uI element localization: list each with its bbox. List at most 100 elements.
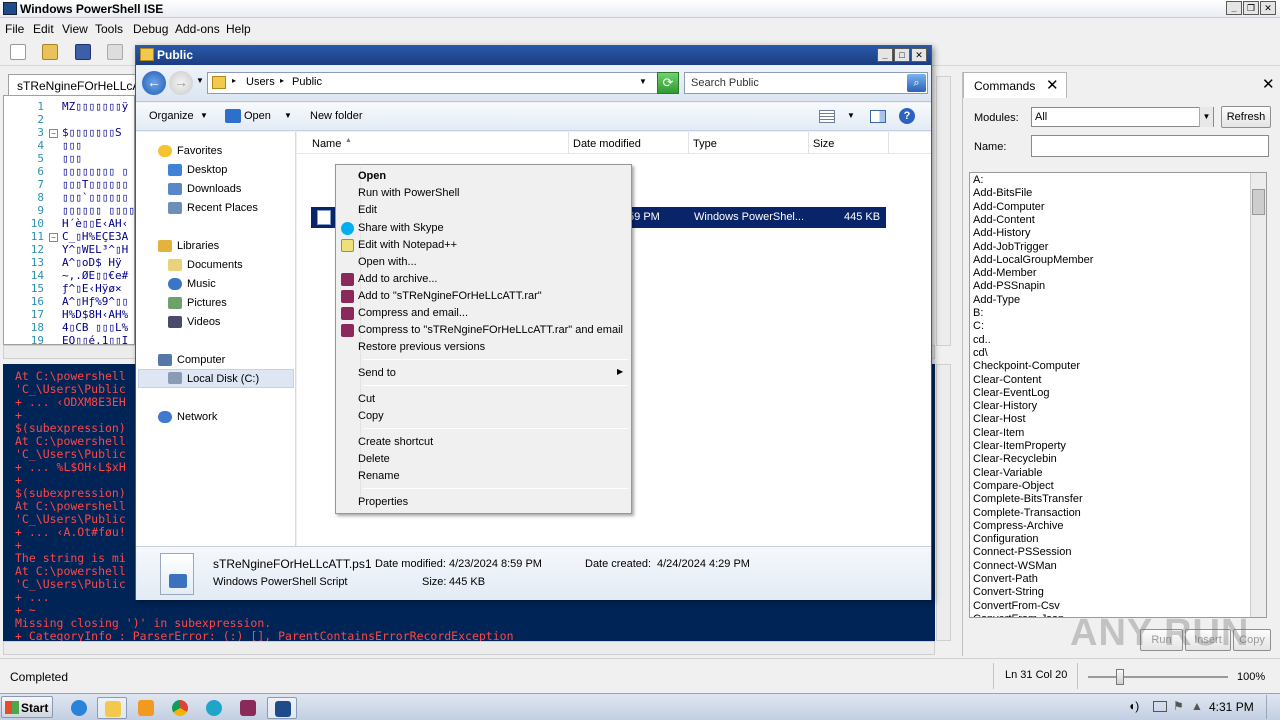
- tab-script[interactable]: sTReNgineFOrHeLLcATT.ps1: [8, 74, 136, 96]
- command-list-item[interactable]: Clear-Recyclebin: [973, 453, 1057, 465]
- organize-chevron-icon[interactable]: ▼: [200, 111, 208, 120]
- taskbar-powershell-ise[interactable]: [267, 697, 297, 719]
- command-list-item[interactable]: Complete-Transaction: [973, 507, 1081, 519]
- command-list-item[interactable]: Clear-Content: [973, 374, 1041, 386]
- command-list-item[interactable]: Clear-ItemProperty: [973, 440, 1066, 452]
- fold-toggle-icon[interactable]: −: [49, 129, 58, 138]
- new-file-icon[interactable]: [10, 44, 26, 60]
- command-list-item[interactable]: Connect-WSMan: [973, 560, 1057, 572]
- column-date-modified[interactable]: Date modified: [573, 138, 641, 150]
- column-divider[interactable]: [688, 132, 689, 154]
- taskbar-explorer[interactable]: [97, 697, 127, 719]
- command-list-item[interactable]: cd..: [973, 334, 991, 346]
- view-options-icon[interactable]: [819, 110, 835, 123]
- address-dropdown-icon[interactable]: ▼: [639, 77, 647, 86]
- command-list-item[interactable]: Add-Member: [973, 267, 1037, 279]
- command-list-item[interactable]: Compress-Archive: [973, 520, 1063, 532]
- column-name[interactable]: Name: [312, 138, 341, 150]
- minimize-button[interactable]: _: [1226, 1, 1242, 15]
- command-list-item[interactable]: Add-LocalGroupMember: [973, 254, 1093, 266]
- close-button[interactable]: ✕: [1260, 1, 1276, 15]
- script-vertical-scrollbar[interactable]: [936, 76, 951, 346]
- command-list-item[interactable]: ConvertFrom-Json: [973, 613, 1064, 617]
- command-list-item[interactable]: Add-BitsFile: [973, 187, 1032, 199]
- taskbar-ie[interactable]: [64, 697, 94, 719]
- menu-item-properties[interactable]: Properties: [358, 496, 408, 508]
- menu-item-copy[interactable]: Copy: [358, 410, 384, 422]
- menu-view[interactable]: View: [62, 22, 88, 36]
- tray-chevron-icon[interactable]: ▲: [1191, 699, 1203, 713]
- command-list-item[interactable]: Clear-EventLog: [973, 387, 1049, 399]
- command-list-item[interactable]: Configuration: [973, 533, 1038, 545]
- open-chevron-icon[interactable]: ▼: [284, 111, 292, 120]
- nav-desktop[interactable]: Desktop: [187, 164, 227, 176]
- tab-commands[interactable]: Commands ✕: [963, 72, 1067, 98]
- search-box[interactable]: Search Public ⌕: [684, 72, 928, 94]
- column-divider[interactable]: [568, 132, 569, 154]
- nav-local-disk[interactable]: Local Disk (C:): [187, 373, 259, 385]
- command-list-item[interactable]: Checkpoint-Computer: [973, 360, 1080, 372]
- close-pane-icon[interactable]: ✕: [1262, 75, 1275, 93]
- open-folder-icon[interactable]: [42, 44, 58, 60]
- open-button[interactable]: Open: [244, 110, 271, 122]
- command-list-item[interactable]: Add-History: [973, 227, 1030, 239]
- command-list-item[interactable]: Clear-History: [973, 400, 1037, 412]
- back-arrow-icon[interactable]: ←: [142, 71, 166, 95]
- menu-item-delete[interactable]: Delete: [358, 453, 390, 465]
- menu-item-open[interactable]: Open: [358, 170, 386, 182]
- console-horizontal-scrollbar[interactable]: [3, 641, 935, 655]
- menu-addons[interactable]: Add-ons: [175, 22, 220, 36]
- command-list-item[interactable]: Add-PSSnapin: [973, 280, 1045, 292]
- menu-item-compress-and-email[interactable]: Compress and email...: [358, 307, 468, 319]
- explorer-minimize-button[interactable]: _: [877, 48, 893, 62]
- refresh-icon[interactable]: ⟳: [657, 72, 679, 94]
- close-commands-icon[interactable]: ✕: [1046, 76, 1059, 94]
- menu-help[interactable]: Help: [226, 22, 251, 36]
- menu-item-rename[interactable]: Rename: [358, 470, 400, 482]
- nav-pictures[interactable]: Pictures: [187, 297, 227, 309]
- scrollbar-thumb[interactable]: [1252, 189, 1265, 215]
- command-list-item[interactable]: Clear-Host: [973, 413, 1026, 425]
- forward-arrow-icon[interactable]: →: [169, 71, 193, 95]
- address-bar[interactable]: ▸ Users ▸ Public ▼: [207, 72, 668, 94]
- column-type[interactable]: Type: [693, 138, 717, 150]
- nav-network[interactable]: Network: [177, 411, 217, 423]
- command-list-item[interactable]: Convert-Path: [973, 573, 1038, 585]
- commands-list[interactable]: A: Add-BitsFile Add-Computer Add-Content Add…: [969, 172, 1267, 618]
- chevron-down-icon[interactable]: ▼: [1199, 107, 1213, 127]
- command-list-item[interactable]: Convert-String: [973, 586, 1044, 598]
- menu-item-edit-with-notepadpp[interactable]: Edit with Notepad++: [358, 239, 457, 251]
- command-list-item[interactable]: Add-JobTrigger: [973, 241, 1048, 253]
- command-list-item[interactable]: cd\: [973, 347, 988, 359]
- zoom-slider-thumb[interactable]: [1116, 669, 1124, 685]
- nav-music[interactable]: Music: [187, 278, 216, 290]
- modules-select[interactable]: All ▼: [1031, 107, 1214, 127]
- explorer-close-button[interactable]: ✕: [911, 48, 927, 62]
- menu-item-create-shortcut[interactable]: Create shortcut: [358, 436, 433, 448]
- nav-recent-places[interactable]: Recent Places: [187, 202, 258, 214]
- tray-flag-icon[interactable]: ⚑: [1173, 699, 1184, 713]
- command-list-item[interactable]: ConvertFrom-Csv: [973, 600, 1060, 612]
- script-editor[interactable]: 1 2 3 4 5 6 7 8 9 10 11 12 13 14 15 16 17 18 19 − − MZ▯▯▯▯…: [3, 95, 135, 345]
- breadcrumb-users[interactable]: Users: [246, 76, 275, 88]
- menu-item-cut[interactable]: Cut: [358, 393, 375, 405]
- menu-edit[interactable]: Edit: [33, 22, 54, 36]
- taskbar-winrar[interactable]: [233, 697, 263, 719]
- view-chevron-icon[interactable]: ▼: [847, 111, 855, 120]
- menu-item-compress-to-rar-email[interactable]: Compress to "sTReNgineFOrHeLLcATT.rar" a…: [358, 324, 623, 336]
- cut-icon[interactable]: [107, 44, 123, 60]
- zoom-slider-track[interactable]: [1088, 676, 1228, 678]
- show-desktop-button[interactable]: [1266, 695, 1279, 719]
- command-list-item[interactable]: C:: [973, 320, 984, 332]
- nav-videos[interactable]: Videos: [187, 316, 220, 328]
- organize-button[interactable]: Organize: [149, 110, 194, 122]
- menu-file[interactable]: File: [5, 22, 24, 36]
- command-list-item[interactable]: Clear-Item: [973, 427, 1024, 439]
- search-icon[interactable]: ⌕: [907, 74, 926, 92]
- command-list-item[interactable]: Add-Computer: [973, 201, 1045, 213]
- help-icon[interactable]: ?: [899, 108, 915, 124]
- menu-item-add-to-rar[interactable]: Add to "sTReNgineFOrHeLLcATT.rar": [358, 290, 542, 302]
- taskbar-chrome[interactable]: [165, 697, 195, 719]
- explorer-maximize-button[interactable]: □: [894, 48, 910, 62]
- preview-pane-icon[interactable]: [870, 110, 886, 123]
